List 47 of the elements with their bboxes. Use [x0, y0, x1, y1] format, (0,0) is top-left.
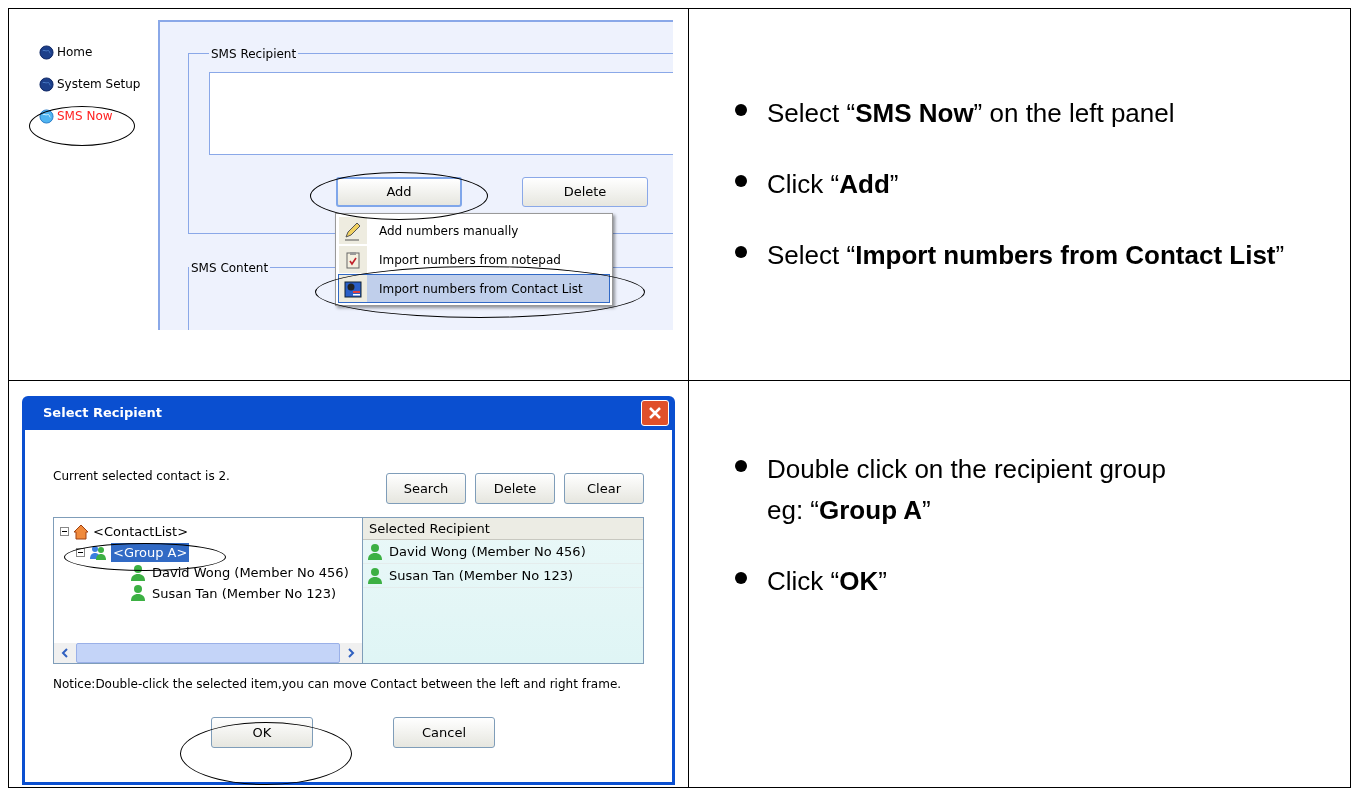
- collapse-toggle[interactable]: [60, 527, 69, 537]
- contact-card-icon: [343, 278, 363, 299]
- group-title: SMS Recipient: [211, 47, 297, 61]
- status-text: Current selected contact is 2.: [53, 468, 230, 485]
- panel-button[interactable]: Delete: [522, 176, 648, 207]
- group-title: SMS Content: [191, 261, 269, 275]
- person-icon: [130, 584, 146, 603]
- window-title: Select Recipient: [43, 404, 162, 423]
- instruction-text: Click “OK”: [767, 565, 887, 598]
- dialog-button[interactable]: Delete: [475, 473, 555, 504]
- person-icon: [367, 542, 383, 561]
- collapse-toggle[interactable]: [76, 547, 85, 557]
- instruction-text: Select “SMS Now” on the left panel: [767, 97, 1175, 130]
- column-header[interactable]: Selected Recipient: [363, 518, 643, 540]
- clipboard-icon: [343, 249, 363, 270]
- nav-link[interactable]: SMS Now: [39, 107, 113, 125]
- dialog-button[interactable]: Search: [386, 473, 466, 504]
- globe-icon: [39, 76, 54, 92]
- menu-item[interactable]: Add numbers manually: [338, 216, 610, 245]
- horizontal-scrollbar[interactable]: [54, 643, 362, 663]
- instruction-text: Select “Import numbers from Contact List”: [767, 239, 1285, 272]
- dialog-button[interactable]: Cancel: [393, 717, 495, 748]
- pencil-icon: [343, 220, 363, 241]
- person-icon: [367, 566, 383, 585]
- tree-item[interactable]: Susan Tan (Member No 123): [152, 583, 337, 603]
- close-button[interactable]: [641, 400, 669, 426]
- nav-link[interactable]: System Setup: [39, 75, 141, 93]
- recipient-list-field[interactable]: [209, 71, 673, 155]
- close-icon: [648, 406, 662, 420]
- people-icon: [89, 544, 107, 561]
- dialog-button[interactable]: OK: [211, 717, 313, 748]
- globe-icon: [39, 108, 54, 124]
- menu-item[interactable]: Import numbers from Contact List: [338, 274, 610, 303]
- list-item[interactable]: David Wong (Member No 456): [389, 541, 586, 562]
- tree-item[interactable]: <Group A>: [111, 542, 190, 562]
- dialog-button[interactable]: Clear: [564, 473, 644, 504]
- tree-item[interactable]: <ContactList>: [93, 522, 189, 542]
- list-item[interactable]: Susan Tan (Member No 123): [389, 565, 574, 586]
- nav-link[interactable]: Home: [39, 43, 93, 61]
- person-icon: [130, 563, 146, 582]
- notice-text: Notice:Double-click the selected item,you can move Contact between the left and right frame.: [53, 676, 623, 693]
- instruction-text: Double click on the recipient group eg: “Group A”: [767, 453, 1166, 527]
- house-icon: [73, 523, 89, 540]
- panel-button[interactable]: Add: [336, 176, 462, 207]
- globe-icon: [39, 44, 54, 60]
- instruction-text: Click “Add”: [767, 168, 899, 201]
- menu-item[interactable]: Import numbers from notepad: [338, 245, 610, 274]
